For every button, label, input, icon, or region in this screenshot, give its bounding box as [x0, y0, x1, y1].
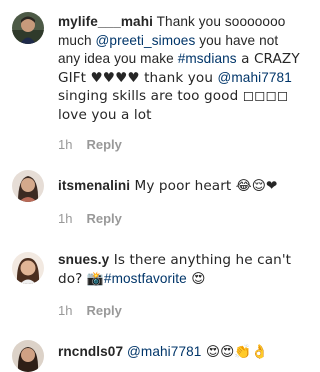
hashtag-link[interactable]: #mostfavorite	[104, 271, 187, 286]
hashtag-link[interactable]: #msdians	[178, 51, 237, 66]
avatar-image	[12, 252, 44, 284]
avatar-image	[12, 340, 44, 372]
comment-time: 1h	[58, 137, 73, 152]
mention-link[interactable]: @mahi7781	[127, 344, 201, 359]
avatar-image	[12, 170, 44, 202]
avatar-image	[12, 12, 44, 44]
avatar[interactable]	[12, 170, 44, 202]
mention-link[interactable]: @preeti_simoes	[96, 33, 196, 48]
comment-username[interactable]: itsmenalini	[58, 178, 130, 193]
comment-text: rncndls07 @mahi7781 😍😍👏👌	[58, 343, 304, 362]
comment-username[interactable]: snues.y	[58, 252, 109, 267]
mention-link[interactable]: @mahi7781	[217, 70, 291, 85]
comment-text-part: singing skills are too good ◻◻◻◻ love yo…	[58, 88, 289, 123]
comment-username[interactable]: mylife___mahi	[58, 14, 153, 29]
comment-meta: 1h Reply	[58, 211, 122, 226]
avatar[interactable]	[12, 12, 44, 44]
reply-button[interactable]: Reply	[86, 303, 121, 318]
comment-time: 1h	[58, 303, 73, 318]
comment-username[interactable]: rncndls07	[58, 344, 123, 359]
comment-text: mylife___mahi Thank you sooooooo much @p…	[58, 13, 304, 124]
comment-time: 1h	[58, 211, 73, 226]
comment-text: snues.y Is there anything he can't do? 📸…	[58, 251, 304, 288]
comment-text: itsmenalini My poor heart 😂😌❤	[58, 177, 304, 196]
avatar[interactable]	[12, 340, 44, 372]
reply-button[interactable]: Reply	[86, 137, 121, 152]
avatar[interactable]	[12, 252, 44, 284]
comment-text-part: 😍😍👏👌	[201, 344, 269, 360]
comment-text-part: 😍	[186, 270, 206, 287]
comment-meta: 1h Reply	[58, 137, 122, 152]
comment-text-part: My poor heart 😂😌❤	[130, 178, 278, 194]
comment-meta: 1h Reply	[58, 303, 122, 318]
reply-button[interactable]: Reply	[86, 211, 121, 226]
